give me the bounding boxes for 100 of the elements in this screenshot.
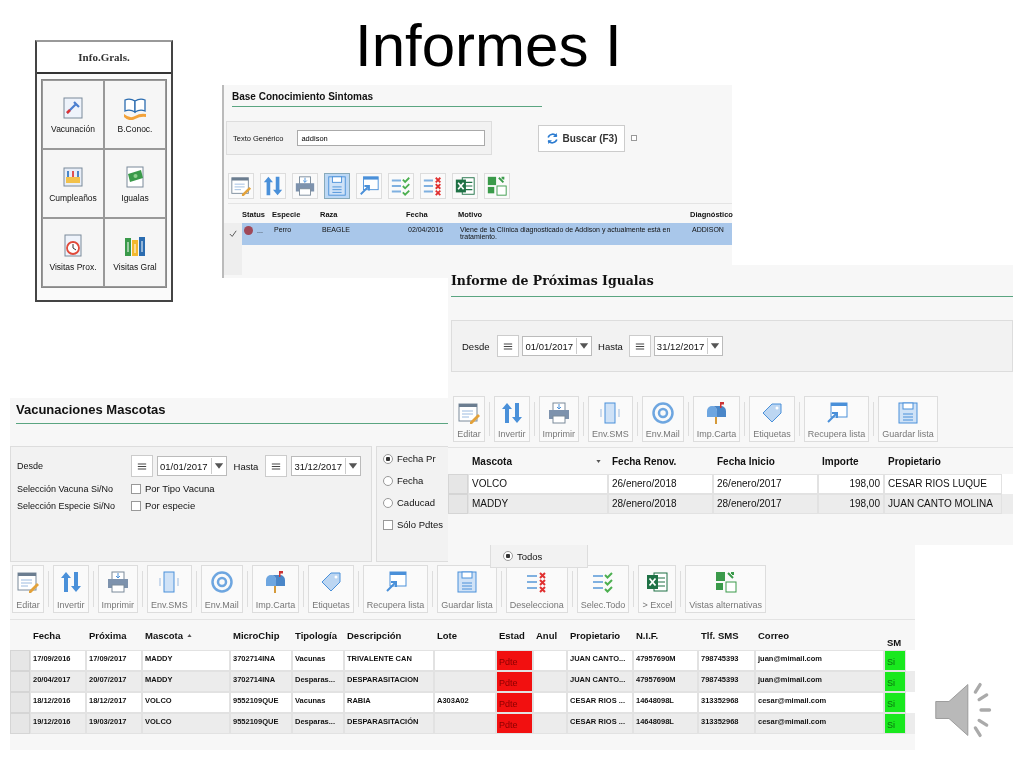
date-dropdown[interactable]: 31/12/2017 xyxy=(291,456,361,476)
toolbar-button[interactable]: Imp.Carta xyxy=(692,396,741,442)
toolbar-button[interactable]: Deselecciona xyxy=(505,565,568,613)
tag-icon xyxy=(760,401,784,425)
report-tile[interactable]: Cumpleaños xyxy=(42,149,104,218)
table-cell: Si xyxy=(884,692,906,713)
toolbar-button[interactable]: Env.SMS xyxy=(588,396,633,442)
radio-button[interactable] xyxy=(503,551,513,561)
toolbar-button[interactable]: Imp.Carta xyxy=(251,565,300,613)
toolbar-button[interactable]: Imprimir xyxy=(97,565,138,613)
grid-arrows-icon xyxy=(486,175,508,197)
toolbar-button[interactable]: > Excel xyxy=(638,565,677,613)
table-cell: 28/enero/2018 xyxy=(608,494,713,514)
radio-button[interactable] xyxy=(383,475,393,486)
field-label: Hasta xyxy=(233,460,259,472)
up-down-arrows-icon xyxy=(499,401,524,425)
column-header: Importe xyxy=(822,455,859,467)
toolbar-button[interactable]: Invertir xyxy=(494,396,530,442)
toolbar-button[interactable]: Selec.Todo xyxy=(576,565,630,613)
field-label: Hasta xyxy=(598,340,623,352)
column-header: Correo xyxy=(758,629,790,641)
radio-label: Fecha xyxy=(397,475,424,486)
table-cell: Si xyxy=(884,650,906,671)
toolbar-button[interactable]: Editar xyxy=(12,565,44,613)
toolbar-button[interactable]: Vistas alternativas xyxy=(685,565,766,613)
window-arrow-icon xyxy=(358,175,380,197)
table-cell: Pdte xyxy=(496,692,533,713)
toolbar-button[interactable]: Editar xyxy=(453,396,485,442)
radio-button[interactable] xyxy=(383,453,393,464)
toolbar-button[interactable]: Guardar lista xyxy=(878,396,938,442)
toolbar-button[interactable] xyxy=(324,173,350,199)
checkbox-label: Sólo Pdtes xyxy=(397,519,443,530)
menu-button[interactable] xyxy=(628,335,651,357)
menu-icon xyxy=(271,461,282,471)
checkbox[interactable] xyxy=(131,483,141,494)
table-cell: 26/enero/2018 xyxy=(608,474,713,494)
window-title: Informe de Próximas Igualas xyxy=(451,273,1013,297)
toolbar-button[interactable]: Etiquetas xyxy=(308,565,354,613)
toolbar-button[interactable]: Recupera lista xyxy=(362,565,429,613)
checkbox[interactable] xyxy=(131,500,141,511)
column-header: Tlf. SMS xyxy=(701,629,739,641)
save-icon xyxy=(455,570,480,594)
toolbar-button[interactable]: Invertir xyxy=(53,565,89,613)
mailbox-icon xyxy=(704,401,729,425)
date-dropdown[interactable]: 01/01/2017 xyxy=(157,456,227,476)
toolbar-button[interactable]: Etiquetas xyxy=(749,396,795,442)
field-label: Desde xyxy=(17,461,44,471)
menu-button[interactable] xyxy=(131,455,153,477)
form-pencil-icon xyxy=(16,570,40,594)
radio-label: Fecha Pr xyxy=(397,453,436,464)
caret-icon xyxy=(344,458,360,474)
toolbar-button[interactable]: Guardar lista xyxy=(437,565,497,613)
radio-button[interactable] xyxy=(383,497,393,508)
table-cell: JUAN CANTO MOLINA xyxy=(884,494,1002,514)
report-tile[interactable]: Visitas Gral xyxy=(104,218,166,287)
field-label: Selección Especie Si/No xyxy=(17,500,117,511)
list-check-icon xyxy=(591,570,616,594)
checkbox[interactable] xyxy=(383,519,393,530)
column-header: Descripción xyxy=(347,629,402,641)
radio-label: Caducad xyxy=(397,497,436,508)
mailbox-icon xyxy=(263,570,288,594)
list-cross-icon xyxy=(524,570,549,594)
table-cell: MADDY xyxy=(468,494,608,514)
menu-icon xyxy=(634,341,645,351)
date-dropdown[interactable]: 01/01/2017 xyxy=(522,336,592,356)
toolbar-button[interactable]: Env.Mail xyxy=(641,396,684,442)
column-header: Anul xyxy=(536,629,558,641)
report-tile[interactable]: Visitas Prox. xyxy=(42,218,104,287)
spreadsheet-icon xyxy=(454,175,476,197)
grid-arrows-icon xyxy=(713,570,738,594)
toolbar-button[interactable]: Imprimir xyxy=(538,396,579,442)
menu-button[interactable] xyxy=(497,335,520,357)
printer-icon xyxy=(294,175,316,197)
table-cell: Pdte xyxy=(496,650,533,671)
toolbar-button[interactable]: Env.Mail xyxy=(200,565,243,613)
date-dropdown[interactable]: 31/12/2017 xyxy=(653,336,724,356)
report-tile[interactable]: Igualas xyxy=(104,149,166,218)
phone-icon xyxy=(157,570,182,594)
column-header: Mascota xyxy=(472,455,512,467)
cake-icon xyxy=(61,164,85,189)
window-title: Base Conocimiento Sintomas xyxy=(232,91,542,107)
column-header: Fecha Inicio xyxy=(717,455,775,467)
menu-icon xyxy=(503,341,514,351)
report-tile[interactable]: Vacunación xyxy=(42,80,104,149)
toolbar-button[interactable]: Env.SMS xyxy=(147,565,192,613)
toolbar-button[interactable]: Recupera lista xyxy=(803,396,870,442)
checkbox-label: Por especie xyxy=(145,500,196,511)
table-cell: VOLCO xyxy=(468,474,608,494)
column-header: Propietario xyxy=(888,455,941,467)
search-button[interactable]: Buscar (F3) xyxy=(538,124,626,152)
table-cell: 28/enero/2017 xyxy=(713,494,818,514)
row-header xyxy=(10,650,30,671)
row-header xyxy=(10,692,30,713)
menu-button[interactable] xyxy=(265,455,288,477)
radio-label: Todos xyxy=(517,550,543,562)
report-tile[interactable]: B.Conoc. xyxy=(104,80,166,149)
table-cell: 26/enero/2017 xyxy=(713,474,818,494)
column-header: Propietario xyxy=(570,629,621,641)
spreadsheet-icon xyxy=(645,570,670,594)
checkbox[interactable] xyxy=(631,135,638,141)
